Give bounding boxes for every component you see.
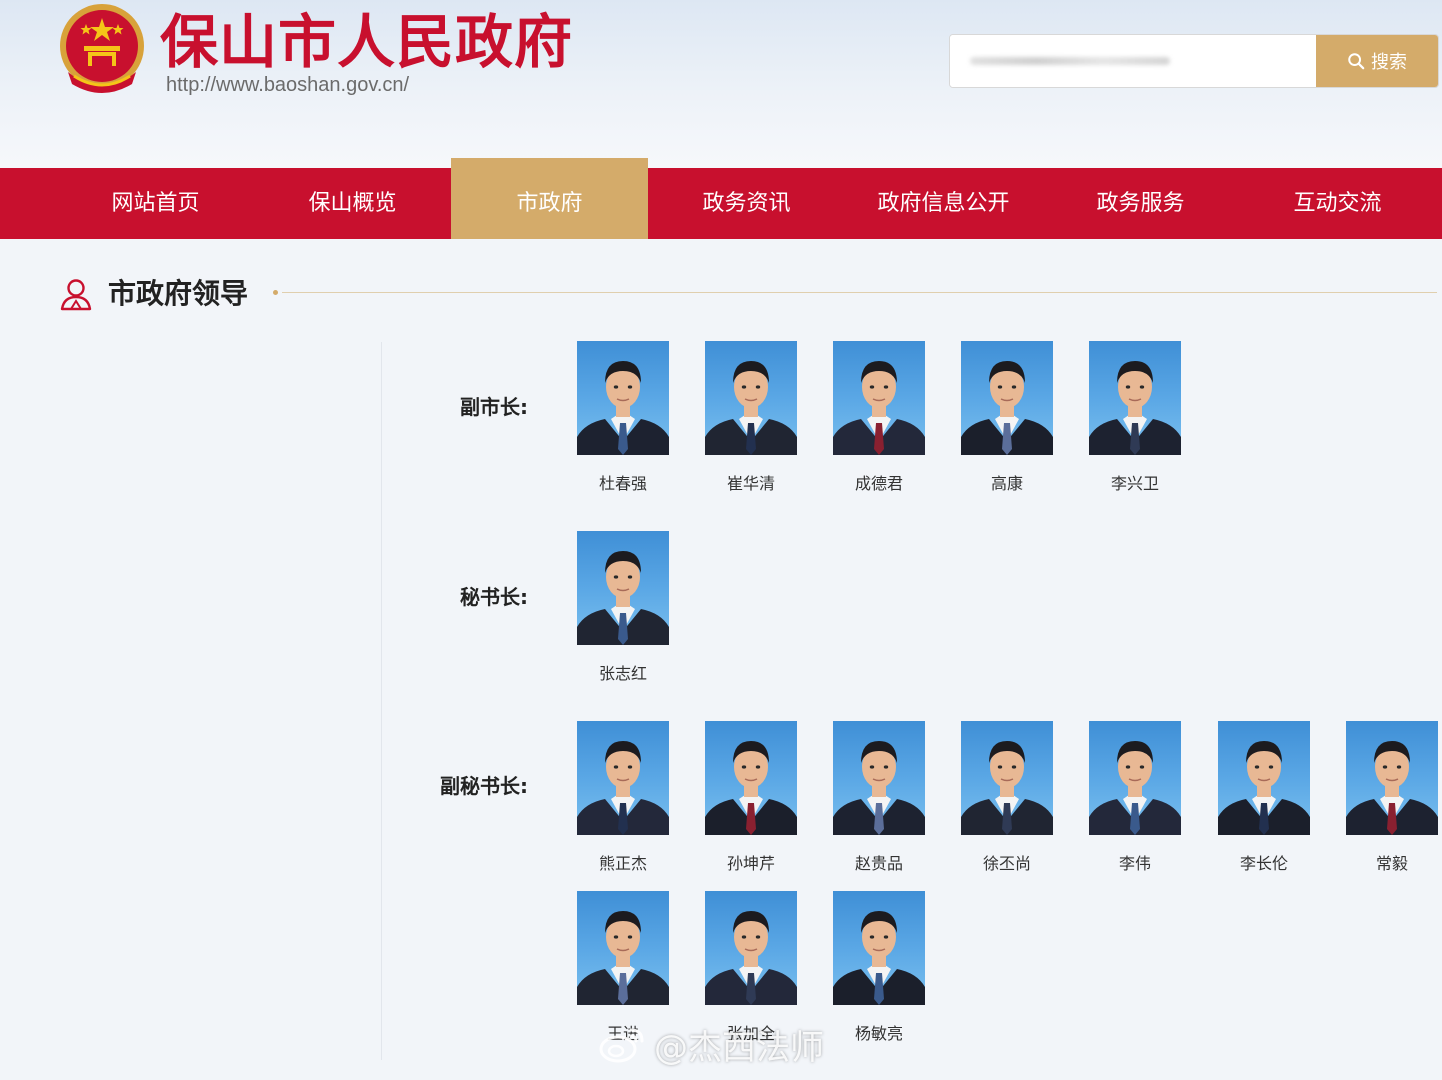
leader-card[interactable]: 常毅 (1346, 721, 1438, 874)
leader-name[interactable]: 孙坤芹 (705, 850, 797, 874)
leader-photo[interactable] (1089, 341, 1181, 455)
leader-photo[interactable] (961, 721, 1053, 835)
nav-item-news[interactable]: 政务资讯 (648, 168, 845, 239)
nav-item-info-disclosure[interactable]: 政府信息公开 (845, 168, 1042, 239)
site-url: http://www.baoshan.gov.cn/ (166, 74, 410, 96)
leader-card[interactable]: 杜春强 (577, 341, 669, 494)
leader-photo[interactable] (1346, 721, 1438, 835)
leader-card[interactable]: 高康 (961, 341, 1053, 494)
nav-item-overview[interactable]: 保山概览 (254, 168, 451, 239)
leader-photo[interactable] (705, 721, 797, 835)
watermark: @杰西法师 (598, 1018, 824, 1070)
leader-card[interactable]: 徐丕尚 (961, 721, 1053, 874)
leader-name[interactable]: 熊正杰 (577, 850, 669, 874)
leader-card[interactable]: 成德君 (833, 341, 925, 494)
leader-photo[interactable] (1218, 721, 1310, 835)
watermark-text: @杰西法师 (654, 1027, 824, 1068)
national-emblem-icon[interactable] (56, 2, 148, 98)
leader-photo[interactable] (833, 721, 925, 835)
leader-name[interactable]: 杜春强 (577, 470, 669, 494)
leader-photo[interactable] (833, 341, 925, 455)
leader-card[interactable]: 熊正杰 (577, 721, 669, 874)
search-button[interactable]: 搜索 (1316, 35, 1438, 87)
leader-name[interactable]: 徐丕尚 (961, 850, 1053, 874)
leader-name[interactable]: 李长伦 (1218, 850, 1310, 874)
leader-photo[interactable] (577, 891, 669, 1005)
leader-photo[interactable] (705, 341, 797, 455)
weibo-icon (599, 1028, 644, 1063)
section-divider-dot (273, 290, 278, 295)
leader-card[interactable]: 杨敏亮 (833, 891, 925, 1044)
leader-name[interactable]: 赵贵品 (833, 850, 925, 874)
leader-card[interactable]: 崔华清 (705, 341, 797, 494)
leader-photo[interactable] (1089, 721, 1181, 835)
section-title: 市政府领导 (108, 277, 249, 310)
column-divider (381, 342, 382, 1060)
leader-name[interactable]: 崔华清 (705, 470, 797, 494)
role-label-deputy-secretary-general: 副秘书长: (440, 774, 528, 798)
leader-card[interactable]: 赵贵品 (833, 721, 925, 874)
leader-name[interactable]: 高康 (961, 470, 1053, 494)
leader-card[interactable]: 李兴卫 (1089, 341, 1181, 494)
leader-photo[interactable] (577, 531, 669, 645)
blurred-search-text (970, 57, 1170, 65)
leader-card[interactable]: 孙坤芹 (705, 721, 797, 874)
leader-card[interactable]: 李伟 (1089, 721, 1181, 874)
leader-card[interactable]: 李长伦 (1218, 721, 1310, 874)
nav-item-interaction[interactable]: 互动交流 (1239, 168, 1436, 239)
leader-name[interactable]: 常毅 (1346, 850, 1438, 874)
leader-card[interactable]: 张志红 (577, 531, 669, 684)
leader-name[interactable]: 张志红 (577, 660, 669, 684)
section-divider (282, 292, 1437, 293)
nav-item-city-government[interactable]: 市政府 (451, 168, 648, 239)
nav-item-home[interactable]: 网站首页 (57, 168, 254, 239)
leader-name[interactable]: 李伟 (1089, 850, 1181, 874)
leader-photo[interactable] (705, 891, 797, 1005)
leader-photo[interactable] (833, 891, 925, 1005)
role-label-vice-mayor: 副市长: (460, 395, 528, 419)
nav-item-services[interactable]: 政务服务 (1042, 168, 1239, 239)
leader-photo[interactable] (961, 341, 1053, 455)
leader-name[interactable]: 杨敏亮 (833, 1020, 925, 1044)
role-label-secretary-general: 秘书长: (460, 585, 528, 609)
leader-name[interactable]: 李兴卫 (1089, 470, 1181, 494)
search-box: 搜索 (949, 34, 1439, 88)
leader-photo[interactable] (577, 341, 669, 455)
search-button-label: 搜索 (1371, 52, 1407, 73)
left-column (0, 340, 381, 1060)
site-header: 保山市人民政府 http://www.baoshan.gov.cn/ 搜索 (0, 0, 1442, 168)
leader-photo[interactable] (577, 721, 669, 835)
leader-name[interactable]: 成德君 (833, 470, 925, 494)
user-icon (60, 279, 92, 311)
site-title: 保山市人民政府 (160, 8, 574, 76)
search-icon (1348, 53, 1365, 70)
